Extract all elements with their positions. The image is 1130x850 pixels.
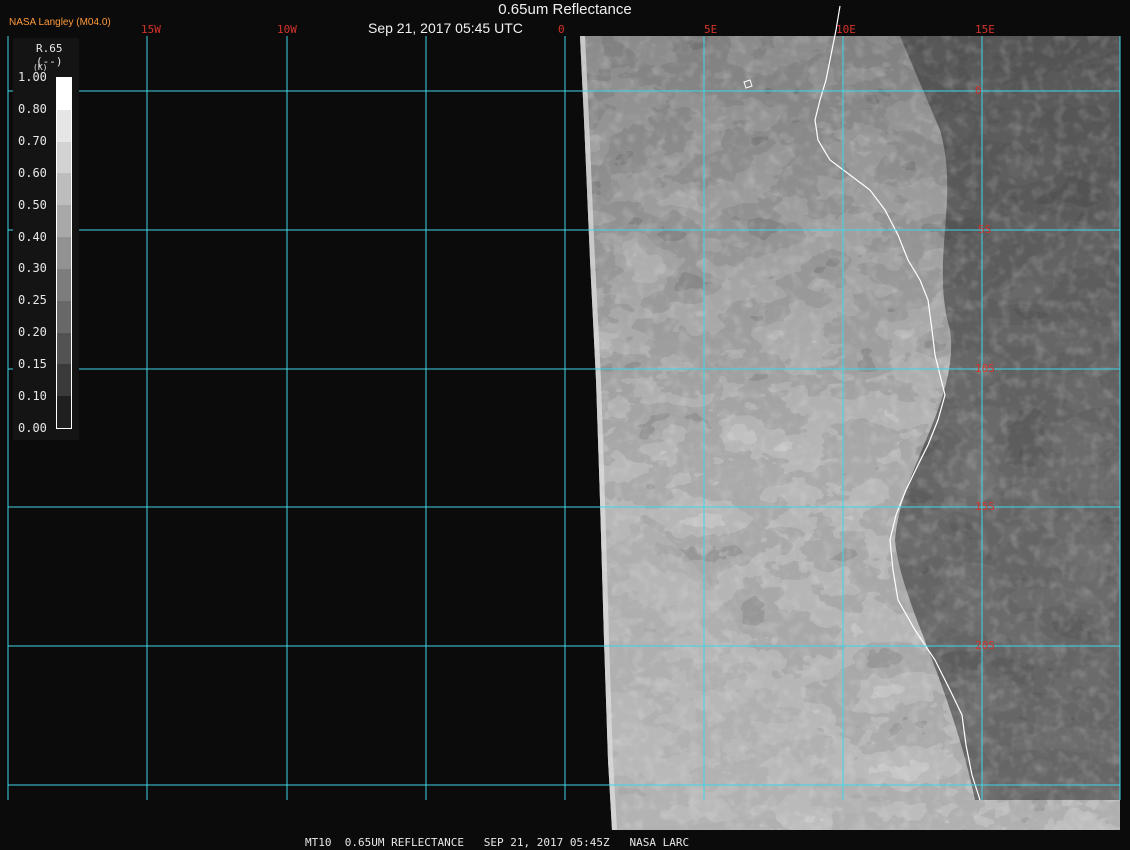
footer-text: MT10 0.65UM REFLECTANCE SEP 21, 2017 05:… bbox=[305, 836, 690, 849]
legend-color-step bbox=[57, 268, 71, 302]
legend-color-bar bbox=[56, 77, 72, 429]
legend-color-step bbox=[57, 396, 71, 428]
longitude-label: 10W bbox=[277, 23, 297, 36]
legend-variable: R.65 bbox=[36, 42, 63, 55]
legend-color-step bbox=[57, 205, 71, 238]
legend-color-step bbox=[57, 78, 71, 111]
legend-tick-label: 0.40 bbox=[18, 229, 47, 244]
legend-color-step bbox=[57, 237, 71, 270]
brand-label: NASA Langley (M04.0) bbox=[9, 17, 111, 28]
legend-color-step bbox=[57, 332, 71, 365]
longitude-label: 0 bbox=[558, 23, 565, 36]
legend-tick-label: 1.00 bbox=[18, 70, 47, 84]
legend-tick-label: 0.15 bbox=[18, 357, 47, 372]
legend-tick-label: 0.20 bbox=[18, 325, 47, 340]
chart-title: 0.65um Reflectance bbox=[498, 1, 632, 18]
legend-tick-label: 0.25 bbox=[18, 293, 47, 308]
legend-tick-label: 0.80 bbox=[18, 101, 47, 116]
legend-color-step bbox=[57, 141, 71, 174]
latitude-label: 0 bbox=[975, 84, 982, 97]
legend-tick-label: 0.10 bbox=[18, 389, 47, 403]
legend-tick-label: 0.50 bbox=[18, 197, 47, 212]
longitude-label: 10E bbox=[836, 23, 856, 36]
legend-tick-label: 0.70 bbox=[18, 133, 47, 148]
longitude-label: 15E bbox=[975, 23, 995, 36]
latitude-label: 20S bbox=[975, 639, 995, 652]
longitude-label: 5E bbox=[704, 23, 718, 36]
legend-tick-label: 0.60 bbox=[18, 165, 47, 180]
satellite-map bbox=[0, 0, 1130, 850]
legend-color-step bbox=[57, 364, 71, 397]
legend-color-step bbox=[57, 173, 71, 206]
longitude-label: 15W bbox=[141, 23, 161, 36]
latitude-label: 10S bbox=[975, 362, 995, 375]
legend-tick-label: 0.00 bbox=[18, 420, 47, 435]
legend-color-step bbox=[57, 109, 71, 143]
legend-tick-label: 0.30 bbox=[18, 261, 47, 276]
latitude-label: 15S bbox=[975, 500, 995, 513]
earth-disk-imagery bbox=[580, 36, 1120, 830]
latitude-label: 5S bbox=[978, 223, 992, 236]
legend-color-step bbox=[57, 300, 71, 334]
observation-datetime: Sep 21, 2017 05:45 UTC bbox=[368, 20, 523, 36]
